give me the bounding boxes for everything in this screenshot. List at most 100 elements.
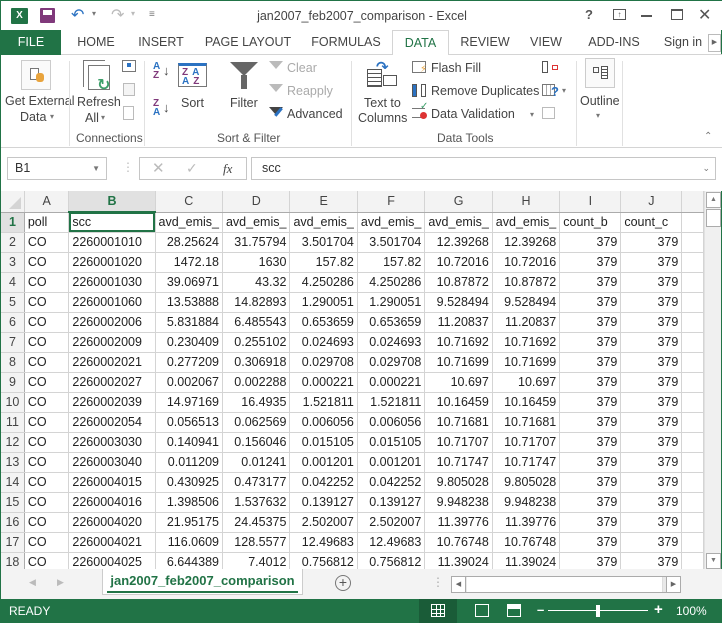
- cell-b2[interactable]: 2260001010: [68, 232, 156, 253]
- cell-empty[interactable]: [681, 452, 704, 473]
- vertical-scrollbar[interactable]: ▲ ▼: [704, 191, 721, 569]
- cell-a1[interactable]: poll: [24, 212, 70, 233]
- scroll-left-icon[interactable]: ◀: [452, 577, 466, 592]
- vertical-scroll-thumb[interactable]: [706, 209, 721, 227]
- tab-add-ins[interactable]: ADD-INS: [581, 30, 647, 55]
- cell-b11[interactable]: 2260002054: [68, 412, 156, 433]
- cell-h7[interactable]: 10.71692: [492, 332, 561, 353]
- cell-empty[interactable]: [681, 232, 704, 253]
- cell-e6[interactable]: 0.653659: [289, 312, 358, 333]
- cell-a12[interactable]: CO: [24, 432, 70, 453]
- cell-g15[interactable]: 9.948238: [424, 492, 493, 513]
- formula-input[interactable]: scc ⌄: [251, 157, 716, 180]
- cell-c6[interactable]: 5.831884: [155, 312, 223, 333]
- cell-c10[interactable]: 14.97169: [155, 392, 223, 413]
- cell-f7[interactable]: 0.024693: [357, 332, 426, 353]
- edit-links-icon[interactable]: [123, 106, 134, 120]
- cell-g16[interactable]: 11.39776: [424, 512, 493, 533]
- cell-empty[interactable]: [681, 212, 704, 233]
- cell-i11[interactable]: 379: [559, 412, 622, 433]
- cell-h16[interactable]: 11.39776: [492, 512, 561, 533]
- cell-j14[interactable]: 379: [620, 472, 683, 493]
- cell-c4[interactable]: 39.06971: [155, 272, 223, 293]
- cell-e8[interactable]: 0.029708: [289, 352, 358, 373]
- insert-function-icon[interactable]: fx: [223, 161, 232, 177]
- cell-f13[interactable]: 0.001201: [357, 452, 426, 473]
- worksheet-grid[interactable]: ABCDEFGHIJ 1 poll scc avd_emis_ avd_emis_ avd…: [1, 191, 704, 573]
- row-header[interactable]: 10: [1, 392, 25, 413]
- name-box[interactable]: B1 ▼: [7, 157, 107, 180]
- column-header-a[interactable]: A: [24, 191, 70, 213]
- row-header[interactable]: 1: [1, 212, 25, 233]
- cell-b17[interactable]: 2260004021: [68, 532, 156, 553]
- row-header[interactable]: 7: [1, 332, 25, 353]
- page-layout-view-icon[interactable]: [475, 604, 489, 617]
- cell-j9[interactable]: 379: [620, 372, 683, 393]
- cell-f1[interactable]: avd_emis_: [357, 212, 426, 233]
- cell-i2[interactable]: 379: [559, 232, 622, 253]
- column-header-c[interactable]: C: [155, 191, 223, 213]
- cell-e14[interactable]: 0.042252: [289, 472, 358, 493]
- sort-z-to-a-icon[interactable]: ZA: [153, 99, 160, 118]
- cell-d15[interactable]: 1.537632: [222, 492, 291, 513]
- cell-b4[interactable]: 2260001030: [68, 272, 156, 293]
- cell-g1[interactable]: avd_emis_: [424, 212, 493, 233]
- row-header[interactable]: 17: [1, 532, 25, 553]
- tab-review[interactable]: REVIEW: [455, 30, 515, 55]
- zoom-level[interactable]: 100%: [676, 604, 707, 618]
- cell-b16[interactable]: 2260004020: [68, 512, 156, 533]
- row-header[interactable]: 16: [1, 512, 25, 533]
- cell-d7[interactable]: 0.255102: [222, 332, 291, 353]
- cell-g17[interactable]: 10.76748: [424, 532, 493, 553]
- cell-e5[interactable]: 1.290051: [289, 292, 358, 313]
- cell-b3[interactable]: 2260001020: [68, 252, 156, 273]
- cell-j13[interactable]: 379: [620, 452, 683, 473]
- cell-f5[interactable]: 1.290051: [357, 292, 426, 313]
- tab-split-handle-icon[interactable]: ⋮: [432, 575, 444, 589]
- cell-a14[interactable]: CO: [24, 472, 70, 493]
- column-header-d[interactable]: D: [222, 191, 291, 213]
- cancel-icon[interactable]: ✕: [152, 159, 165, 177]
- page-break-preview-icon[interactable]: [507, 604, 521, 617]
- cell-i17[interactable]: 379: [559, 532, 622, 553]
- cell-e4[interactable]: 4.250286: [289, 272, 358, 293]
- maximize-icon[interactable]: [671, 9, 683, 20]
- row-header[interactable]: 3: [1, 252, 25, 273]
- cell-i7[interactable]: 379: [559, 332, 622, 353]
- help-icon[interactable]: ?: [585, 7, 593, 22]
- cell-f2[interactable]: 3.501704: [357, 232, 426, 253]
- horizontal-scroll-thumb[interactable]: [467, 577, 663, 592]
- cell-f8[interactable]: 0.029708: [357, 352, 426, 373]
- cell-d2[interactable]: 31.75794: [222, 232, 291, 253]
- cell-c16[interactable]: 21.95175: [155, 512, 223, 533]
- cell-f11[interactable]: 0.006056: [357, 412, 426, 433]
- tab-formulas[interactable]: FORMULAS: [305, 30, 387, 55]
- cell-f6[interactable]: 0.653659: [357, 312, 426, 333]
- cell-d13[interactable]: 0.01241: [222, 452, 291, 473]
- cell-a15[interactable]: CO: [24, 492, 70, 513]
- cell-f4[interactable]: 4.250286: [357, 272, 426, 293]
- cell-i12[interactable]: 379: [559, 432, 622, 453]
- cell-a17[interactable]: CO: [24, 532, 70, 553]
- tab-file[interactable]: FILE: [1, 30, 61, 55]
- cell-e2[interactable]: 3.501704: [289, 232, 358, 253]
- expand-formula-bar-icon[interactable]: ⌄: [702, 158, 710, 179]
- cell-empty[interactable]: [681, 472, 704, 493]
- cell-a3[interactable]: CO: [24, 252, 70, 273]
- cell-e9[interactable]: 0.000221: [289, 372, 358, 393]
- scroll-right-icon[interactable]: ▶: [666, 577, 680, 592]
- cell-e15[interactable]: 0.139127: [289, 492, 358, 513]
- consolidate-icon[interactable]: [542, 61, 558, 73]
- connections-icon[interactable]: [122, 60, 136, 72]
- cell-j2[interactable]: 379: [620, 232, 683, 253]
- cell-e1[interactable]: avd_emis_: [289, 212, 358, 233]
- row-header[interactable]: 5: [1, 292, 25, 313]
- cell-g10[interactable]: 10.16459: [424, 392, 493, 413]
- cell-b7[interactable]: 2260002009: [68, 332, 156, 353]
- cell-a13[interactable]: CO: [24, 452, 70, 473]
- cell-i5[interactable]: 379: [559, 292, 622, 313]
- column-header-i[interactable]: I: [559, 191, 622, 213]
- cell-b14[interactable]: 2260004015: [68, 472, 156, 493]
- column-header-e[interactable]: E: [289, 191, 358, 213]
- cell-c1[interactable]: avd_emis_: [155, 212, 223, 233]
